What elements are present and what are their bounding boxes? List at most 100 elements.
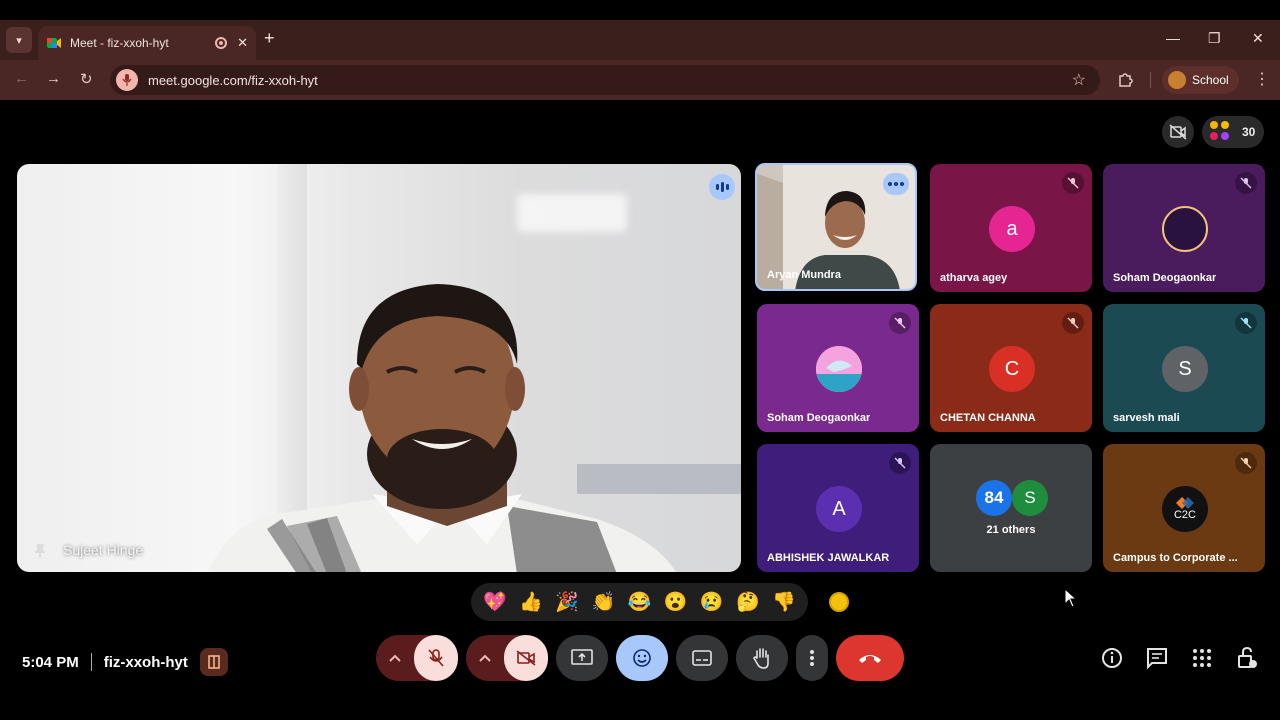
muted-mic-icon (1062, 172, 1084, 194)
others-label: 21 others (986, 524, 1036, 536)
participant-avatar: A (816, 486, 862, 532)
reaction-thinking[interactable]: 🤔 (731, 590, 765, 614)
reaction-sad[interactable]: 😢 (695, 590, 729, 614)
participant-tile[interactable]: S sarvesh mali (1103, 304, 1265, 432)
participant-avatar-image (1162, 206, 1208, 252)
close-tab-icon[interactable]: ✕ (237, 35, 248, 51)
more-options-icon[interactable] (883, 173, 909, 195)
reaction-bar: 💖 👍 🎉 👏 😂 😮 😢 🤔 👎 (471, 583, 808, 621)
reaction-surprised[interactable]: 😮 (659, 590, 693, 614)
participant-name: sarvesh mali (1113, 412, 1180, 424)
profile-button[interactable]: School (1162, 66, 1239, 94)
muted-mic-icon (1062, 312, 1084, 334)
participant-tile[interactable]: A ABHISHEK JAWALKAR (757, 444, 919, 572)
participant-avatar: a (989, 206, 1035, 252)
participant-avatar-logo: C2C (1162, 486, 1208, 532)
restore-icon[interactable]: ❐ (1208, 30, 1221, 47)
reaction-party[interactable]: 🎉 (550, 590, 584, 614)
participant-tile[interactable]: C2C Campus to Corporate ... (1103, 444, 1265, 572)
reload-icon[interactable]: ↻ (80, 70, 93, 88)
main-speaker-name: Sujeet Hinge (63, 542, 144, 558)
camera-off-indicator-button[interactable] (1162, 116, 1194, 148)
new-tab-button[interactable]: + (264, 28, 275, 49)
hand-icon (753, 648, 769, 669)
video-options-button[interactable] (466, 635, 504, 681)
address-bar[interactable]: meet.google.com/fiz-xxoh-hyt ☆ (110, 65, 1100, 95)
reactions-button[interactable] (616, 635, 668, 681)
muted-mic-icon (1235, 312, 1257, 334)
extensions-icon[interactable] (1116, 69, 1136, 89)
microphone-control-group (376, 635, 458, 681)
participant-name: Campus to Corporate ... (1113, 552, 1238, 564)
reaction-thumbs-up[interactable]: 👍 (514, 590, 548, 614)
camera-off-icon (516, 650, 536, 666)
participant-avatar: C (989, 346, 1035, 392)
microphone-in-use-icon[interactable] (116, 69, 138, 91)
participant-tile[interactable]: Aryan Mundra (755, 163, 917, 291)
profile-label: School (1192, 73, 1229, 87)
present-screen-button[interactable] (556, 635, 608, 681)
reaction-clap[interactable]: 👏 (586, 590, 620, 614)
others-tile[interactable]: 84 S 21 others (930, 444, 1092, 572)
host-controls-lock-icon[interactable] (1235, 646, 1259, 670)
meeting-code: fiz-xxoh-hyt (103, 653, 188, 671)
participant-count: 30 (1242, 125, 1256, 139)
main-speaker-nameplate: Sujeet Hinge (33, 542, 143, 558)
participant-avatar-image (816, 346, 862, 392)
activities-icon[interactable] (1190, 646, 1214, 670)
recording-indicator-icon (215, 37, 228, 49)
turn-on-camera-button[interactable] (504, 635, 548, 681)
participant-tile[interactable]: Soham Deogaonkar (757, 304, 919, 432)
reaction-thumbs-down[interactable]: 👎 (767, 590, 801, 614)
muted-mic-icon (1235, 172, 1257, 194)
browser-menu-icon[interactable]: ⋮ (1254, 69, 1270, 89)
clock-time: 5:04 PM (22, 653, 79, 671)
tab-title: Meet - fiz-xxoh-hyt (70, 36, 169, 50)
reaction-laugh[interactable]: 😂 (622, 590, 656, 614)
back-icon[interactable]: ← (14, 70, 29, 87)
captions-button[interactable] (676, 635, 728, 681)
participant-tile[interactable]: a atharva agey (930, 164, 1092, 292)
audio-options-button[interactable] (376, 635, 414, 681)
meet-favicon-icon (47, 38, 61, 48)
chevron-up-icon (389, 654, 401, 662)
avatar-initials: C2C (1173, 509, 1196, 521)
others-count-badge: 84 (976, 480, 1012, 516)
present-icon (571, 649, 593, 665)
leave-call-button[interactable] (836, 635, 904, 681)
pin-icon[interactable] (33, 542, 49, 558)
meeting-details-icon[interactable] (1100, 646, 1124, 670)
tab-search-dropdown[interactable]: ▾ (6, 27, 32, 53)
speaking-indicator-icon (709, 174, 735, 200)
screen: ▾ Meet - fiz-xxoh-hyt ✕ + — ❐ ✕ ← → ↻ me… (0, 0, 1280, 720)
close-window-icon[interactable]: ✕ (1252, 30, 1264, 47)
more-vert-icon (810, 650, 814, 666)
host-controls-icon[interactable] (199, 648, 228, 676)
end-call-icon (859, 655, 881, 663)
browser-tab-strip: ▾ Meet - fiz-xxoh-hyt ✕ + — ❐ ✕ (0, 20, 1280, 60)
browser-toolbar: ← → ↻ meet.google.com/fiz-xxoh-hyt ☆ Sch… (0, 60, 1280, 100)
participant-tile[interactable]: C CHETAN CHANNA (930, 304, 1092, 432)
participant-name: atharva agey (940, 272, 1008, 284)
meeting-info-divider (90, 653, 92, 671)
raise-hand-button[interactable] (736, 635, 788, 681)
skin-tone-selector[interactable] (829, 592, 849, 612)
participant-tile[interactable]: Soham Deogaonkar (1103, 164, 1265, 292)
minimize-icon[interactable]: — (1166, 30, 1180, 46)
participants-icon (1210, 121, 1232, 143)
reaction-heart[interactable]: 💖 (478, 590, 512, 614)
mic-off-icon (428, 649, 444, 667)
emoji-icon (633, 649, 651, 667)
main-speaker-tile[interactable]: Sujeet Hinge (17, 164, 741, 572)
forward-icon[interactable]: → (46, 70, 61, 87)
more-options-button[interactable] (796, 635, 828, 681)
participants-button[interactable]: 30 (1202, 116, 1264, 148)
participant-name: Soham Deogaonkar (767, 412, 871, 424)
speaker-video-image (207, 284, 676, 572)
unmute-button[interactable] (414, 635, 458, 681)
browser-tab[interactable]: Meet - fiz-xxoh-hyt ✕ (38, 26, 256, 60)
chat-icon[interactable] (1145, 646, 1169, 670)
muted-mic-icon (889, 452, 911, 474)
camera-control-group (466, 635, 548, 681)
bookmark-star-icon[interactable]: ☆ (1072, 70, 1086, 90)
